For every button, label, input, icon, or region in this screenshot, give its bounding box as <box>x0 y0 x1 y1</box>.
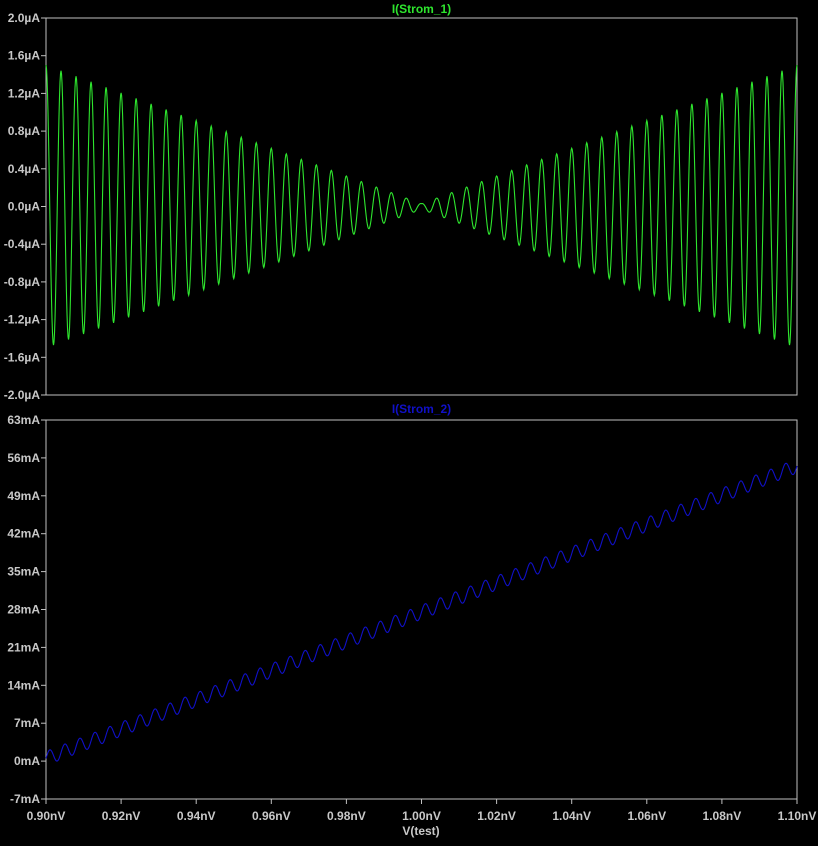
y-tick-label: 1.6µA <box>8 49 41 63</box>
x-tick-label: 0.98nV <box>327 809 366 823</box>
x-axis: 0.90nV 0.92nV 0.94nV 0.96nV 0.98nV 1.00nV 1.02… <box>27 799 817 823</box>
plot-frame <box>45 17 798 396</box>
y-tick-label: 7mA <box>14 716 40 730</box>
y-tick-label: -1.6µA <box>4 350 41 364</box>
trace-title: I(Strom_1) <box>392 2 451 16</box>
y-tick-label: 0.8µA <box>8 124 41 138</box>
y-tick-label: 0mA <box>14 754 40 768</box>
x-tick-label: 1.08nV <box>703 809 742 823</box>
x-tick-label: 1.02nV <box>477 809 516 823</box>
waveform-viewer: V(test) I(Strom_1) 2.0µA 1.6µA 1.2µA 0.8µA 0.… <box>4 2 817 838</box>
y-tick-label: -1.2µA <box>4 313 41 327</box>
x-tick-label: 0.92nV <box>102 809 141 823</box>
y-tick-label: -0.4µA <box>4 237 41 251</box>
pane-1: I(Strom_1) 2.0µA 1.6µA 1.2µA 0.8µA 0.4µA 0.0µA… <box>4 2 798 402</box>
trace-title: I(Strom_2) <box>392 402 451 416</box>
y-tick-label: 56mA <box>7 451 40 465</box>
y-tick-label: 42mA <box>7 527 40 541</box>
y-tick-label: 35mA <box>7 565 40 579</box>
y-tick-label: -7mA <box>10 792 40 806</box>
y-tick-label: 1.2µA <box>8 86 41 100</box>
trace-i-strom-1- <box>45 65 798 346</box>
y-tick-label: 14mA <box>7 678 40 692</box>
x-tick-label: 1.06nV <box>627 809 666 823</box>
plot-frame <box>45 419 798 800</box>
x-tick-label: 1.10nV <box>778 809 817 823</box>
y-tick-label: -0.8µA <box>4 275 41 289</box>
trace-i-strom-2- <box>45 462 798 762</box>
x-axis-label: V(test) <box>402 824 439 838</box>
y-tick-label: 63mA <box>7 413 40 427</box>
y-tick-label: -2.0µA <box>4 388 41 402</box>
x-tick-label: 0.94nV <box>177 809 216 823</box>
x-tick-label: 1.00nV <box>402 809 441 823</box>
x-tick-label: 0.96nV <box>252 809 291 823</box>
y-tick-label: 0.4µA <box>8 162 41 176</box>
x-tick-label: 0.90nV <box>27 809 66 823</box>
x-tick-label: 1.04nV <box>552 809 591 823</box>
pane-2: I(Strom_2) 63mA 56mA 49mA 42mA 35mA 28mA 21mA 14… <box>7 402 798 806</box>
y-tick-label: 0.0µA <box>8 200 41 214</box>
y-tick-label: 2.0µA <box>8 11 41 25</box>
y-tick-label: 21mA <box>7 640 40 654</box>
y-tick-label: 49mA <box>7 489 40 503</box>
y-tick-label: 28mA <box>7 603 40 617</box>
